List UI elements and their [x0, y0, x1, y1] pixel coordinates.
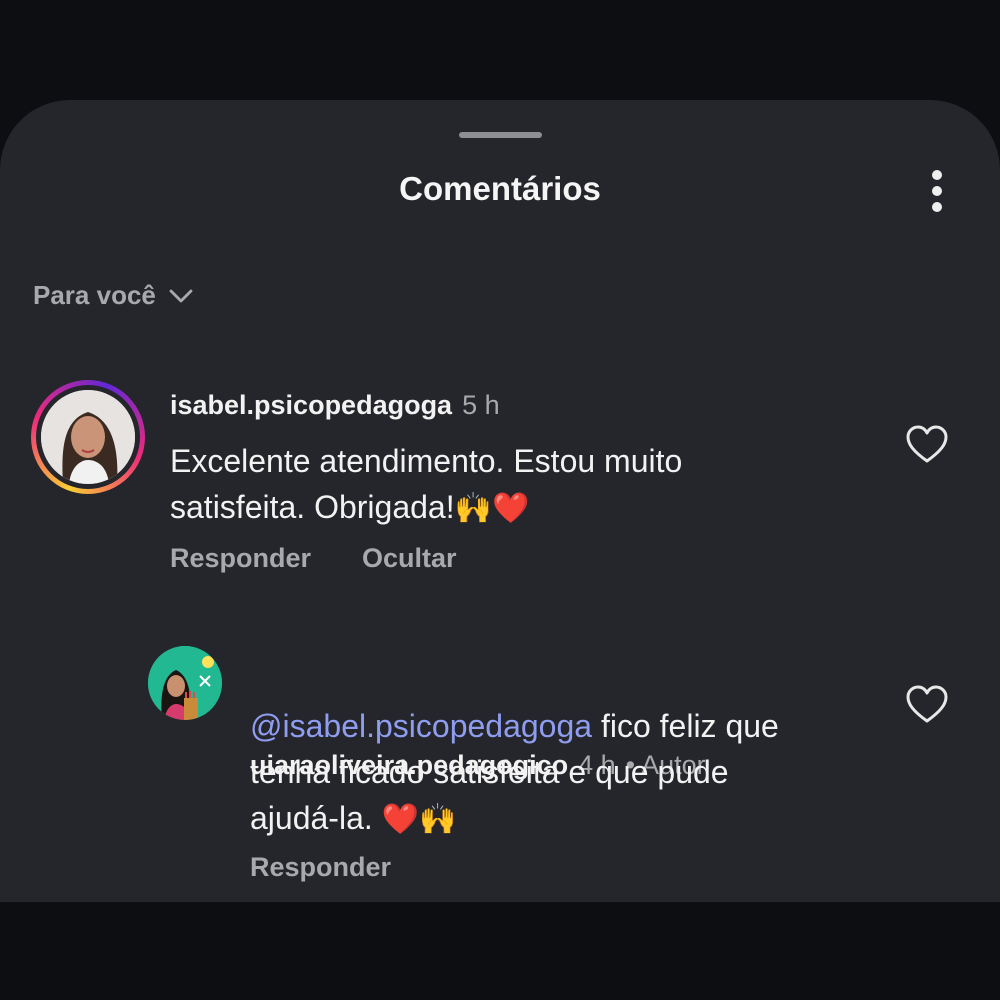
- comments-sheet: Comentários Para você isabel.psicopedago…: [0, 100, 1000, 902]
- comment-text-line: ajudá-la.: [250, 800, 373, 836]
- filter-label: Para você: [33, 280, 156, 310]
- comment-emojis: 🙌❤️: [454, 492, 530, 525]
- comment-timestamp: 5 h: [462, 390, 500, 420]
- chevron-down-icon: [169, 289, 193, 302]
- sheet-title: Comentários: [399, 170, 601, 207]
- avatar[interactable]: [31, 380, 145, 494]
- comment-text-line: fico feliz que: [592, 708, 779, 744]
- comment-text-line: Excelente atendimento. Estou muito: [170, 443, 683, 479]
- comment-text-line: tenha ficado satisfeita e que pude: [250, 754, 729, 790]
- hide-button[interactable]: Ocultar: [362, 543, 457, 574]
- kebab-menu-icon[interactable]: [925, 168, 949, 214]
- comment-username[interactable]: isabel.psicopedagoga: [170, 390, 452, 420]
- comment-text: Excelente atendimento. Estou muito satis…: [170, 438, 682, 532]
- comment-text: @isabel.psicopedagoga fico feliz que ten…: [250, 703, 779, 843]
- avatar-photo: [41, 390, 135, 484]
- drag-handle[interactable]: [459, 132, 542, 138]
- heart-outline-icon[interactable]: [905, 685, 949, 725]
- comment-emojis: ❤️🙌: [381, 803, 457, 836]
- comment-text-line: satisfeita. Obrigada!: [170, 489, 455, 525]
- reply-button[interactable]: Responder: [170, 543, 311, 574]
- heart-outline-icon[interactable]: [905, 425, 949, 465]
- mention-link[interactable]: @isabel.psicopedagoga: [250, 708, 592, 744]
- sort-filter-dropdown[interactable]: Para você: [33, 280, 194, 311]
- avatar[interactable]: [148, 646, 222, 720]
- reply-button[interactable]: Responder: [250, 852, 391, 883]
